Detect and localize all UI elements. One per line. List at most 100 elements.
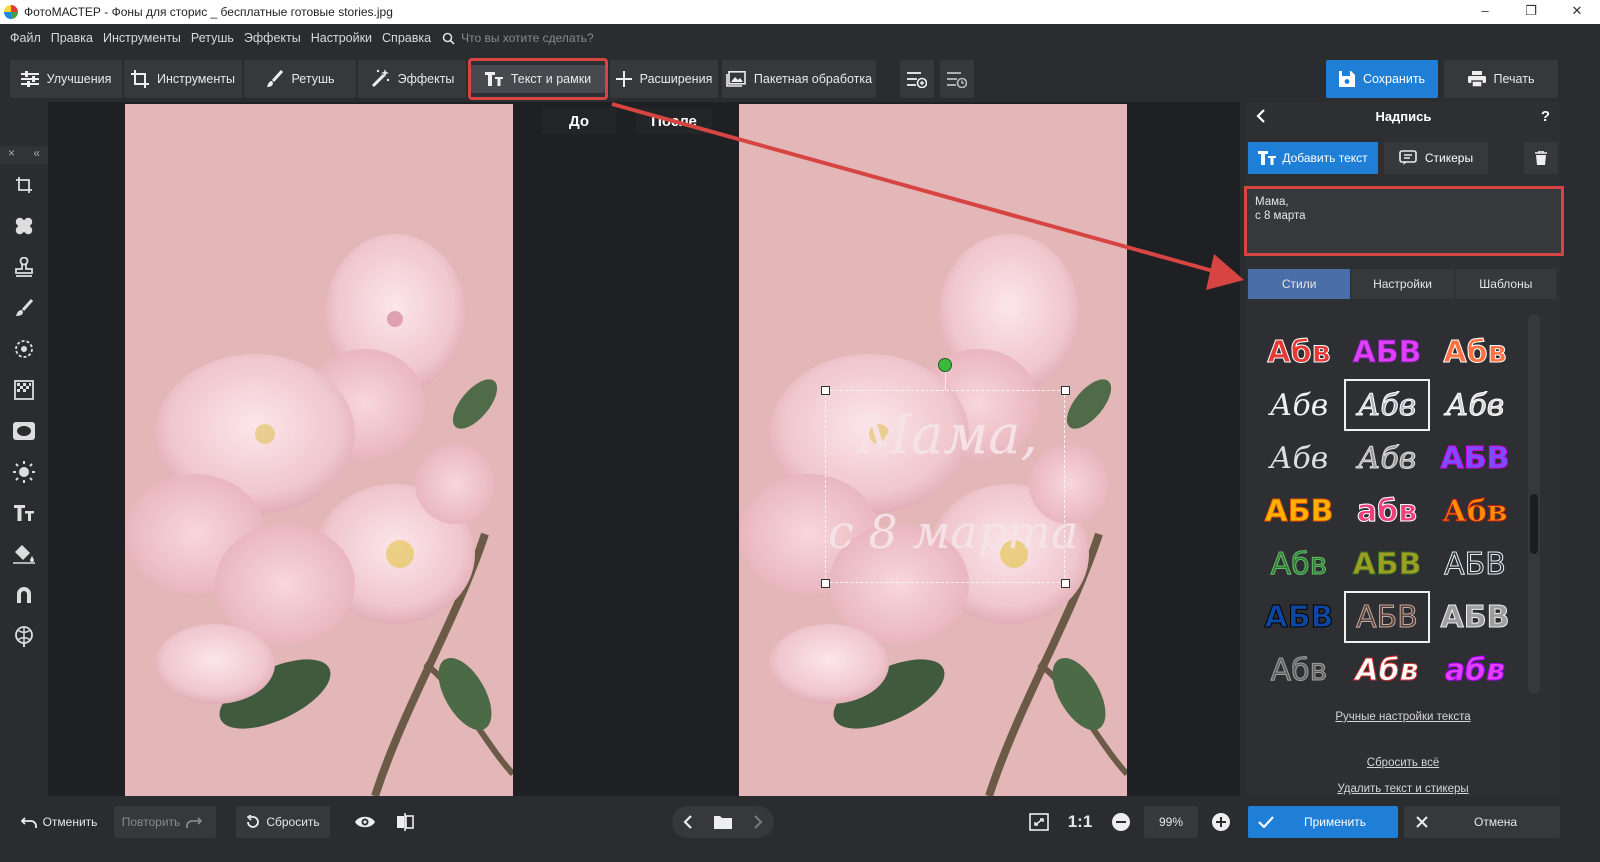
tool-bandage[interactable] — [0, 205, 48, 246]
help-icon[interactable]: ? — [1541, 108, 1550, 125]
print-button-label: Печать — [1493, 72, 1535, 86]
text-style-preset[interactable]: абв — [1344, 485, 1430, 537]
tool-rotate[interactable] — [0, 164, 48, 205]
tab-batch-label: Пакетная обработка — [753, 72, 873, 86]
tab-settings[interactable]: Настройки — [1351, 269, 1455, 299]
compare-toggle[interactable] — [388, 806, 422, 838]
tab-extensions[interactable]: Расширения — [610, 60, 718, 98]
reset-all-link[interactable]: Сбросить всё — [1300, 757, 1506, 769]
text-style-preset[interactable]: Абв — [1256, 432, 1342, 484]
text-style-preset[interactable]: АБВ — [1432, 591, 1518, 643]
manual-settings-link[interactable]: Ручные настройки текста — [1300, 711, 1506, 723]
tool-radial[interactable] — [0, 328, 48, 369]
tool-brush[interactable] — [0, 287, 48, 328]
text-style-preset[interactable]: Абв — [1256, 538, 1342, 590]
menu-settings[interactable]: Настройки — [306, 31, 377, 45]
text-input-area[interactable]: Мама, с 8 марта — [1244, 186, 1564, 256]
tool-filter[interactable] — [0, 615, 48, 656]
styles-scrollbar[interactable] — [1528, 314, 1540, 694]
fit-screen-button[interactable] — [1022, 806, 1056, 838]
redo-button[interactable]: Повторить — [114, 806, 216, 838]
tab-retouch[interactable]: Ретушь — [244, 60, 356, 98]
text-style-preset[interactable]: Абв — [1256, 644, 1342, 696]
minimize-button[interactable]: – — [1462, 0, 1508, 24]
preview-toggle[interactable] — [346, 806, 384, 838]
tool-gradient[interactable] — [0, 369, 48, 410]
text-style-preset[interactable]: АБВ — [1432, 432, 1518, 484]
reset-button[interactable]: Сбросить — [236, 806, 330, 838]
history-presets-button[interactable] — [940, 60, 974, 98]
print-button[interactable]: Печать — [1444, 60, 1558, 98]
tool-vignette[interactable] — [0, 410, 48, 451]
text-style-preset[interactable]: Абв — [1432, 379, 1518, 431]
text-style-preset[interactable]: Абв — [1256, 326, 1342, 378]
stickers-button[interactable]: Стикеры — [1384, 142, 1488, 174]
menu-tools[interactable]: Инструменты — [98, 31, 186, 45]
reset-label: Сбросить — [266, 815, 320, 829]
tab-tools[interactable]: Инструменты — [124, 60, 242, 98]
minus-circle-icon — [1112, 813, 1130, 831]
menu-file[interactable]: Файл — [5, 31, 46, 45]
menu-help[interactable]: Справка — [377, 31, 436, 45]
globe-icon — [15, 625, 33, 647]
text-style-preset[interactable]: Абв — [1432, 326, 1518, 378]
cancel-button[interactable]: Отмена — [1404, 806, 1560, 838]
text-style-preset[interactable]: АБВ — [1432, 538, 1518, 590]
command-search[interactable]: Что вы хотите сделать? — [442, 31, 594, 45]
delete-all-link[interactable]: Удалить текст и стикеры — [1290, 783, 1516, 795]
undo-icon — [20, 817, 37, 828]
close-strip-icon[interactable]: × — [8, 146, 15, 164]
tool-stamp[interactable] — [0, 246, 48, 287]
tab-templates[interactable]: Шаблоны — [1455, 269, 1558, 299]
tool-light[interactable] — [0, 451, 48, 492]
zoom-level[interactable]: 99% — [1144, 806, 1198, 838]
zoom-out-button[interactable] — [1106, 806, 1136, 838]
resize-handle-tr[interactable] — [1061, 386, 1070, 395]
text-style-preset[interactable]: АБВ — [1344, 538, 1430, 590]
text-style-preset[interactable]: Абв — [1344, 432, 1430, 484]
text-style-preset[interactable]: Абв — [1256, 379, 1342, 431]
prev-chevron-icon[interactable] — [683, 815, 693, 829]
add-text-button[interactable]: Добавить текст — [1248, 142, 1378, 174]
zoom-in-button[interactable] — [1206, 806, 1236, 838]
collapse-strip-icon[interactable]: « — [33, 146, 40, 164]
text-style-preset[interactable]: абв — [1432, 644, 1518, 696]
rotate-handle[interactable] — [938, 358, 952, 372]
text-style-preset[interactable]: Абв — [1432, 485, 1518, 537]
scrollbar-thumb[interactable] — [1530, 494, 1538, 554]
tool-geometry[interactable] — [0, 574, 48, 615]
resize-handle-br[interactable] — [1061, 579, 1070, 588]
crop-icon — [131, 70, 150, 88]
menu-effects[interactable]: Эффекты — [239, 31, 306, 45]
after-label: После — [636, 108, 712, 134]
text-style-preset[interactable]: АБВ — [1344, 326, 1430, 378]
tab-styles[interactable]: Стили — [1248, 269, 1352, 299]
text-style-preset[interactable]: Абв — [1344, 644, 1430, 696]
resize-handle-bl[interactable] — [821, 579, 830, 588]
next-chevron-icon[interactable] — [753, 815, 763, 829]
restore-button[interactable]: ❐ — [1508, 0, 1554, 24]
text-style-preset[interactable]: Абв — [1344, 379, 1430, 431]
tool-text[interactable] — [0, 492, 48, 533]
tab-effects[interactable]: Эффекты — [358, 60, 466, 98]
add-preset-button[interactable] — [900, 60, 934, 98]
menu-edit[interactable]: Правка — [46, 31, 98, 45]
back-chevron-icon[interactable] — [1256, 109, 1266, 123]
delete-button[interactable] — [1524, 142, 1558, 174]
text-style-preset[interactable]: АБВ — [1256, 485, 1342, 537]
tab-text-frames[interactable]: Текст и рамки — [468, 58, 608, 100]
close-window-button[interactable]: ✕ — [1554, 0, 1600, 24]
apply-button[interactable]: Применить — [1248, 806, 1398, 838]
tab-batch[interactable]: Пакетная обработка — [722, 60, 876, 98]
undo-button[interactable]: Отменить — [10, 806, 108, 838]
folder-icon[interactable] — [713, 815, 732, 829]
text-selection-box[interactable]: Мама, с 8 марта — [825, 390, 1078, 583]
text-style-preset[interactable]: АБВ — [1344, 591, 1430, 643]
text-style-preset[interactable]: АБВ — [1256, 591, 1342, 643]
menu-retouch[interactable]: Ретушь — [186, 31, 239, 45]
save-button[interactable]: Сохранить — [1326, 60, 1438, 98]
resize-handle-tl[interactable] — [821, 386, 830, 395]
actual-size-button[interactable]: 1:1 — [1062, 806, 1098, 838]
tab-improvements[interactable]: Улучшения — [10, 60, 122, 98]
tool-fill[interactable] — [0, 533, 48, 574]
